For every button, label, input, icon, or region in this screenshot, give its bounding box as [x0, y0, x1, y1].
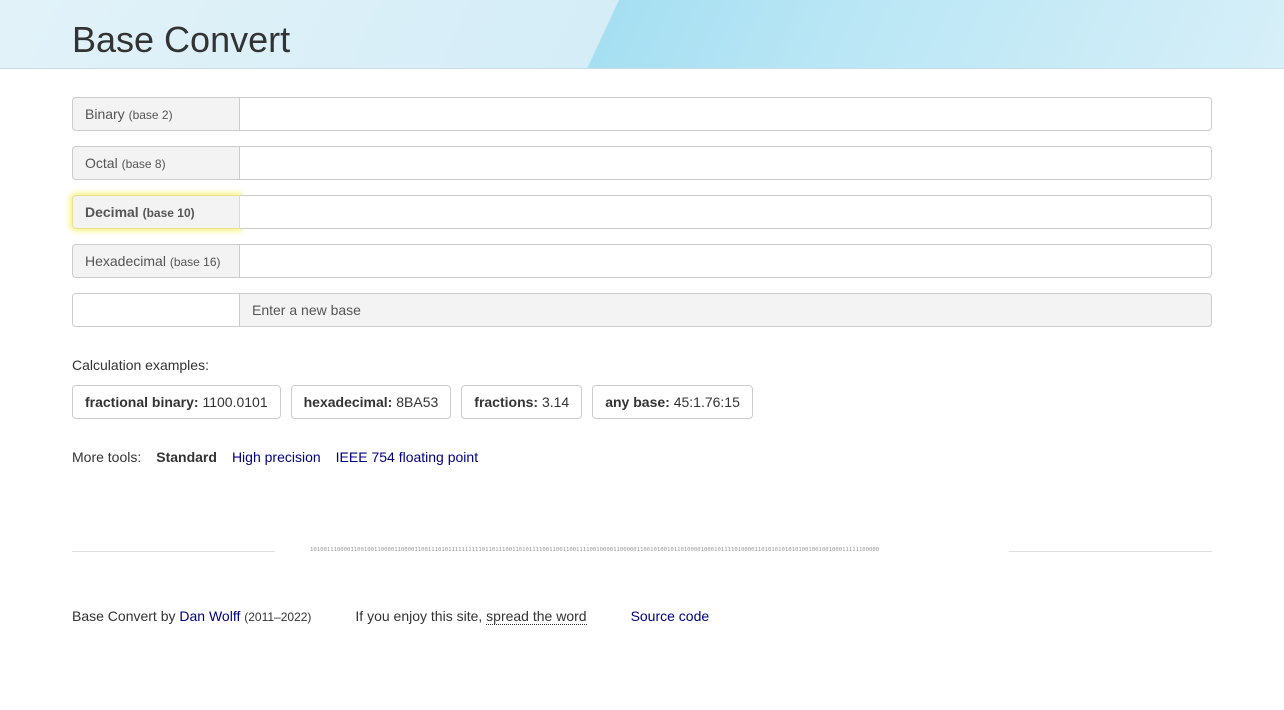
new-base-row: Enter a new base [72, 293, 1212, 327]
binary-divider-text: 1010011100001100100110000110000110011101… [310, 547, 880, 553]
example-value: 8BA53 [396, 394, 439, 410]
example-type: hexadecimal: [303, 394, 393, 410]
octal-label: Octal (base 8) [72, 146, 240, 180]
octal-label-name: Octal [85, 155, 118, 171]
page-header: Base Convert [0, 0, 1284, 69]
hexadecimal-label: Hexadecimal (base 16) [72, 244, 240, 278]
octal-row: Octal (base 8) [72, 146, 1212, 180]
footer: Base Convert by Dan Wolff (2011–2022) If… [72, 608, 710, 625]
hexadecimal-row: Hexadecimal (base 16) [72, 244, 1212, 278]
source-code-link[interactable]: Source code [631, 608, 710, 624]
footer-share: If you enjoy this site, spread the word [355, 608, 587, 625]
tool-ieee754-link[interactable]: IEEE 754 floating point [336, 449, 478, 465]
binary-row: Binary (base 2) [72, 97, 1212, 131]
example-value: 1100.0101 [202, 394, 268, 410]
more-tools-label: More tools: [72, 449, 142, 465]
footer-credit-prefix: Base Convert by [72, 608, 176, 624]
decimal-input[interactable] [240, 195, 1212, 229]
examples-group: fractional binary: 1100.0101 hexadecimal… [72, 385, 753, 419]
spread-the-word-link[interactable]: spread the word [486, 608, 587, 625]
example-fractions-button[interactable]: fractions: 3.14 [461, 385, 583, 419]
page-title: Base Convert [72, 19, 291, 60]
example-type: any base: [605, 394, 670, 410]
decimal-label-name: Decimal [85, 204, 139, 220]
example-type: fractions: [474, 394, 539, 410]
new-base-label: Enter a new base [240, 293, 1212, 327]
example-value: 3.14 [541, 394, 570, 410]
new-base-input[interactable] [72, 293, 240, 327]
hexadecimal-label-base: (base 16) [169, 255, 221, 269]
divider-right [1009, 551, 1212, 552]
tool-high-precision-link[interactable]: High precision [232, 449, 321, 465]
example-type: fractional binary: [85, 394, 199, 410]
divider-left [72, 551, 275, 552]
octal-label-base: (base 8) [121, 157, 166, 171]
hexadecimal-input[interactable] [240, 244, 1212, 278]
example-fractional-binary-button[interactable]: fractional binary: 1100.0101 [72, 385, 281, 419]
binary-label-base: (base 2) [128, 108, 173, 122]
example-any-base-button[interactable]: any base: 45:1.76:15 [592, 385, 753, 419]
example-hexadecimal-button[interactable]: hexadecimal: 8BA53 [290, 385, 452, 419]
footer-credit: Base Convert by Dan Wolff (2011–2022) [72, 608, 311, 624]
footer-enjoy-text: If you enjoy this site, [355, 608, 483, 624]
decimal-label-base: (base 10) [142, 206, 195, 220]
more-tools: More tools: Standard High precision IEEE… [72, 449, 493, 465]
binary-input[interactable] [240, 97, 1212, 131]
author-link[interactable]: Dan Wolff [179, 608, 240, 624]
examples-label: Calculation examples: [72, 357, 209, 373]
footer-years: (2011–2022) [244, 610, 312, 624]
binary-label-name: Binary [85, 106, 125, 122]
decimal-label: Decimal (base 10) [72, 195, 240, 229]
decimal-row: Decimal (base 10) [72, 195, 1212, 229]
example-value: 45:1.76:15 [673, 394, 740, 410]
hexadecimal-label-name: Hexadecimal [85, 253, 166, 269]
octal-input[interactable] [240, 146, 1212, 180]
tool-standard-current: Standard [156, 449, 217, 465]
binary-label: Binary (base 2) [72, 97, 240, 131]
